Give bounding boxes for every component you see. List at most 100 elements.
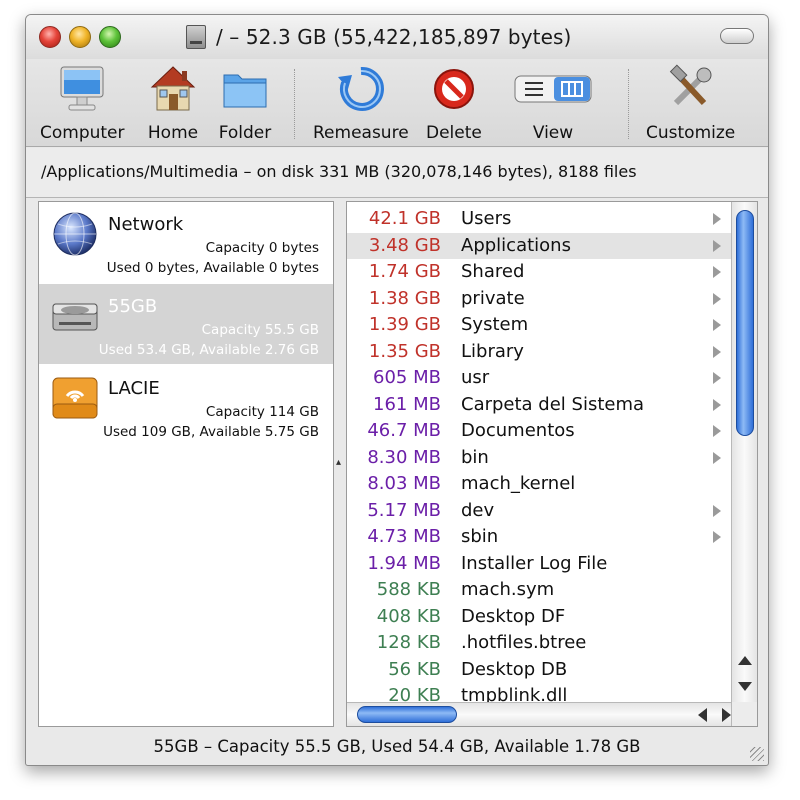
volume-name: Network: [108, 214, 184, 235]
disclosure-arrow-icon[interactable]: [713, 266, 721, 278]
volume-usage: Used 109 GB, Available 5.75 GB: [103, 424, 319, 440]
hard-disk-icon: [51, 292, 99, 340]
file-row[interactable]: 42.1 GB Users: [347, 206, 731, 233]
disclosure-arrow-icon[interactable]: [713, 451, 721, 464]
remeasure-button[interactable]: Remeasure: [313, 63, 409, 143]
file-name: Carpeta del Sistema: [461, 393, 645, 415]
disclosure-arrow-icon[interactable]: [713, 345, 721, 358]
horizontal-scrollbar[interactable]: [347, 702, 757, 726]
delete-button[interactable]: Delete: [426, 63, 482, 143]
vertical-scrollbar[interactable]: [731, 202, 757, 704]
title-bar[interactable]: / – 52.3 GB (55,422,185,897 bytes): [26, 15, 768, 59]
volume-name: 55GB: [108, 296, 158, 317]
disclosure-arrow-icon[interactable]: [713, 531, 721, 543]
file-row[interactable]: 588 KB mach.sym: [347, 577, 731, 604]
folder-icon: [218, 63, 272, 115]
file-size: 42.1 GB: [368, 208, 441, 229]
file-name: mach_kernel: [461, 473, 576, 494]
customize-button[interactable]: Customize: [646, 63, 735, 143]
volume-capacity: Capacity 55.5 GB: [201, 322, 319, 338]
file-row[interactable]: 46.7 MB Documentos: [347, 418, 731, 445]
file-name: private: [461, 287, 525, 309]
file-row[interactable]: 4.73 MB sbin: [347, 524, 731, 551]
disclosure-arrow-icon[interactable]: [713, 319, 721, 331]
file-list-panel: 42.1 GB Users 3.48 GB Applications 1.74 GB Sh…: [346, 201, 758, 727]
file-size: 8.30 MB: [367, 446, 441, 468]
home-button[interactable]: Home: [146, 63, 200, 143]
scroll-right-arrow-icon[interactable]: [722, 708, 731, 722]
computer-button[interactable]: Computer: [40, 63, 125, 143]
firewire-disk-icon: [51, 374, 99, 422]
toolbar-toggle-button[interactable]: [720, 28, 754, 44]
file-row[interactable]: 408 KB Desktop DF: [347, 604, 731, 631]
file-row[interactable]: 128 KB .hotfiles.btree: [347, 630, 731, 657]
close-window-button[interactable]: [39, 26, 61, 48]
file-size: 8.03 MB: [367, 473, 441, 494]
file-row[interactable]: 1.35 GB Library: [347, 339, 731, 366]
file-name: sbin: [461, 526, 499, 547]
file-size: 1.94 MB: [367, 552, 441, 574]
volume-list: Network Capacity 0 bytes Used 0 bytes, A…: [38, 201, 334, 727]
file-name: usr: [461, 367, 490, 388]
volume-capacity: Capacity 114 GB: [205, 404, 319, 420]
app-window: / – 52.3 GB (55,422,185,897 bytes) Compu…: [25, 14, 769, 766]
scroll-up-arrow-icon[interactable]: [738, 656, 752, 665]
disclosure-arrow-icon[interactable]: [713, 239, 721, 252]
window-title-wrap: / – 52.3 GB (55,422,185,897 bytes): [186, 24, 571, 50]
disclosure-arrow-icon[interactable]: [713, 398, 721, 411]
file-row[interactable]: 1.94 MB Installer Log File: [347, 551, 731, 578]
refresh-icon: [334, 63, 388, 115]
volume-item-55gb[interactable]: 55GB Capacity 55.5 GB Used 53.4 GB, Avai…: [39, 284, 333, 364]
file-row[interactable]: 8.30 MB bin: [347, 445, 731, 472]
delete-label: Delete: [426, 123, 482, 143]
home-icon: [146, 63, 200, 115]
resize-grip-icon[interactable]: [750, 747, 764, 761]
disclosure-arrow-icon[interactable]: [713, 213, 721, 225]
computer-monitor-icon: [55, 63, 109, 115]
window-title: / – 52.3 GB (55,422,185,897 bytes): [216, 25, 572, 49]
volume-usage: Used 53.4 GB, Available 2.76 GB: [98, 342, 319, 358]
file-row[interactable]: 1.74 GB Shared: [347, 259, 731, 286]
toolbar: Computer Home Folder Remeasure Delete Vi…: [26, 59, 768, 147]
file-size: 1.35 GB: [368, 340, 441, 362]
file-name: Shared: [461, 261, 525, 282]
file-row[interactable]: 1.39 GB System: [347, 312, 731, 339]
volume-usage: Used 0 bytes, Available 0 bytes: [106, 260, 319, 276]
file-size: 161 MB: [373, 393, 441, 415]
scroll-down-arrow-icon[interactable]: [738, 682, 752, 691]
file-row[interactable]: 5.17 MB dev: [347, 498, 731, 525]
horizontal-scroll-thumb[interactable]: [357, 706, 457, 723]
volume-item-network[interactable]: Network Capacity 0 bytes Used 0 bytes, A…: [39, 202, 333, 282]
delete-prohibited-icon: [427, 63, 481, 115]
folder-button[interactable]: Folder: [218, 63, 272, 143]
tools-icon: [664, 63, 718, 115]
minimize-window-button[interactable]: [69, 26, 91, 48]
vertical-scroll-thumb[interactable]: [736, 210, 754, 436]
disk-proxy-icon[interactable]: [186, 25, 206, 49]
file-size: 605 MB: [373, 367, 441, 388]
file-name: Installer Log File: [461, 552, 608, 574]
file-row[interactable]: 605 MB usr: [347, 365, 731, 392]
zoom-window-button[interactable]: [99, 26, 121, 48]
folder-label: Folder: [218, 123, 272, 143]
disclosure-arrow-icon[interactable]: [713, 292, 721, 305]
scroll-left-arrow-icon[interactable]: [698, 708, 707, 722]
file-row[interactable]: 8.03 MB mach_kernel: [347, 471, 731, 498]
disclosure-arrow-icon[interactable]: [713, 425, 721, 437]
file-name: Desktop DF: [461, 605, 566, 627]
file-row[interactable]: 3.48 GB Applications: [347, 232, 731, 259]
file-name: dev: [461, 499, 495, 521]
file-name: mach.sym: [461, 579, 555, 600]
file-size: 408 KB: [376, 605, 441, 627]
scrollbar-corner: [731, 702, 757, 726]
file-row[interactable]: 56 KB Desktop DB: [347, 657, 731, 684]
volume-item-lacie[interactable]: LACIE Capacity 114 GB Used 109 GB, Avail…: [39, 366, 333, 446]
file-row[interactable]: 1.38 GB private: [347, 286, 731, 313]
disclosure-arrow-icon[interactable]: [713, 372, 721, 384]
panel-splitter[interactable]: ▴: [336, 201, 346, 727]
view-button[interactable]: View: [513, 63, 593, 143]
disclosure-arrow-icon[interactable]: [713, 504, 721, 517]
path-bar: /Applications/Multimedia – on disk 331 M…: [26, 148, 768, 198]
file-name: System: [461, 314, 529, 335]
file-row[interactable]: 161 MB Carpeta del Sistema: [347, 392, 731, 419]
